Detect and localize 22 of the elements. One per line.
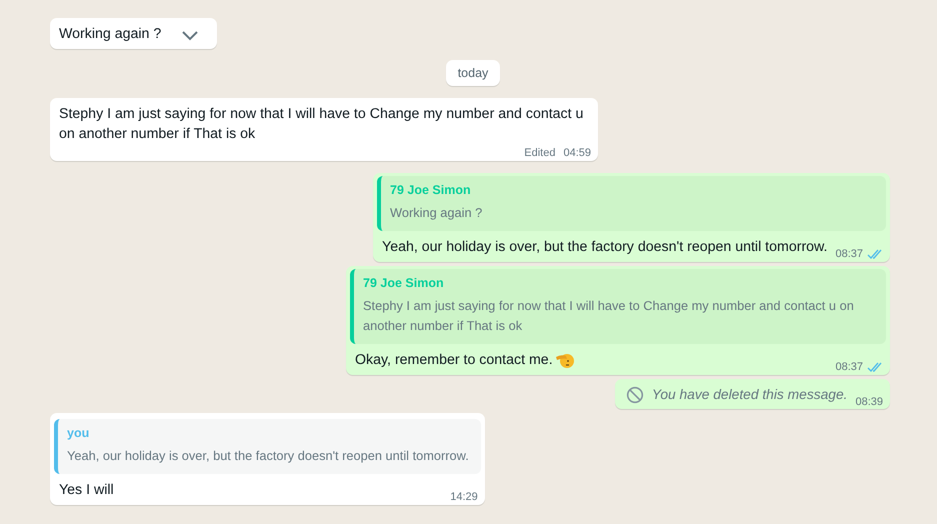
message-text: You have deleted this message.: [652, 386, 848, 404]
message-text: Working again ?: [59, 25, 162, 44]
chevron-down-icon[interactable]: [181, 30, 200, 42]
message-time: 08:37: [835, 248, 863, 260]
quote-author: 79 Joe Simon: [363, 276, 445, 290]
message-time: 14:29: [450, 491, 478, 503]
quote-author: 79 Joe Simon: [390, 183, 472, 197]
message-text: Stephy I am just saying for now that I will have to Change my number and contact u on another number if That is ok: [59, 105, 584, 144]
quote-author: you: [67, 426, 90, 440]
edited-label: Edited: [524, 147, 556, 159]
quote-text: Stephy I am just saying for now that I will have to Change my number and contact u on another number if That is ok: [363, 297, 855, 335]
message-text: Yeah, our holiday is over, but the factory doesn't reopen until tomorrow.: [382, 238, 828, 257]
message-time: 08:37: [835, 361, 863, 373]
message-time: 04:59: [563, 147, 591, 159]
message-time: 08:39: [855, 396, 883, 408]
date-chip: today: [446, 60, 500, 86]
salute-face-icon: [554, 351, 575, 369]
message-text: Okay, remember to contact me.: [355, 351, 553, 370]
quote-text: Yeah, our holiday is over, but the factory doesn't reopen until tomorrow.: [67, 447, 469, 465]
quote-text: Working again ?: [390, 204, 484, 222]
prohibited-icon: [626, 386, 644, 404]
message-text: Yes I will: [59, 481, 114, 500]
